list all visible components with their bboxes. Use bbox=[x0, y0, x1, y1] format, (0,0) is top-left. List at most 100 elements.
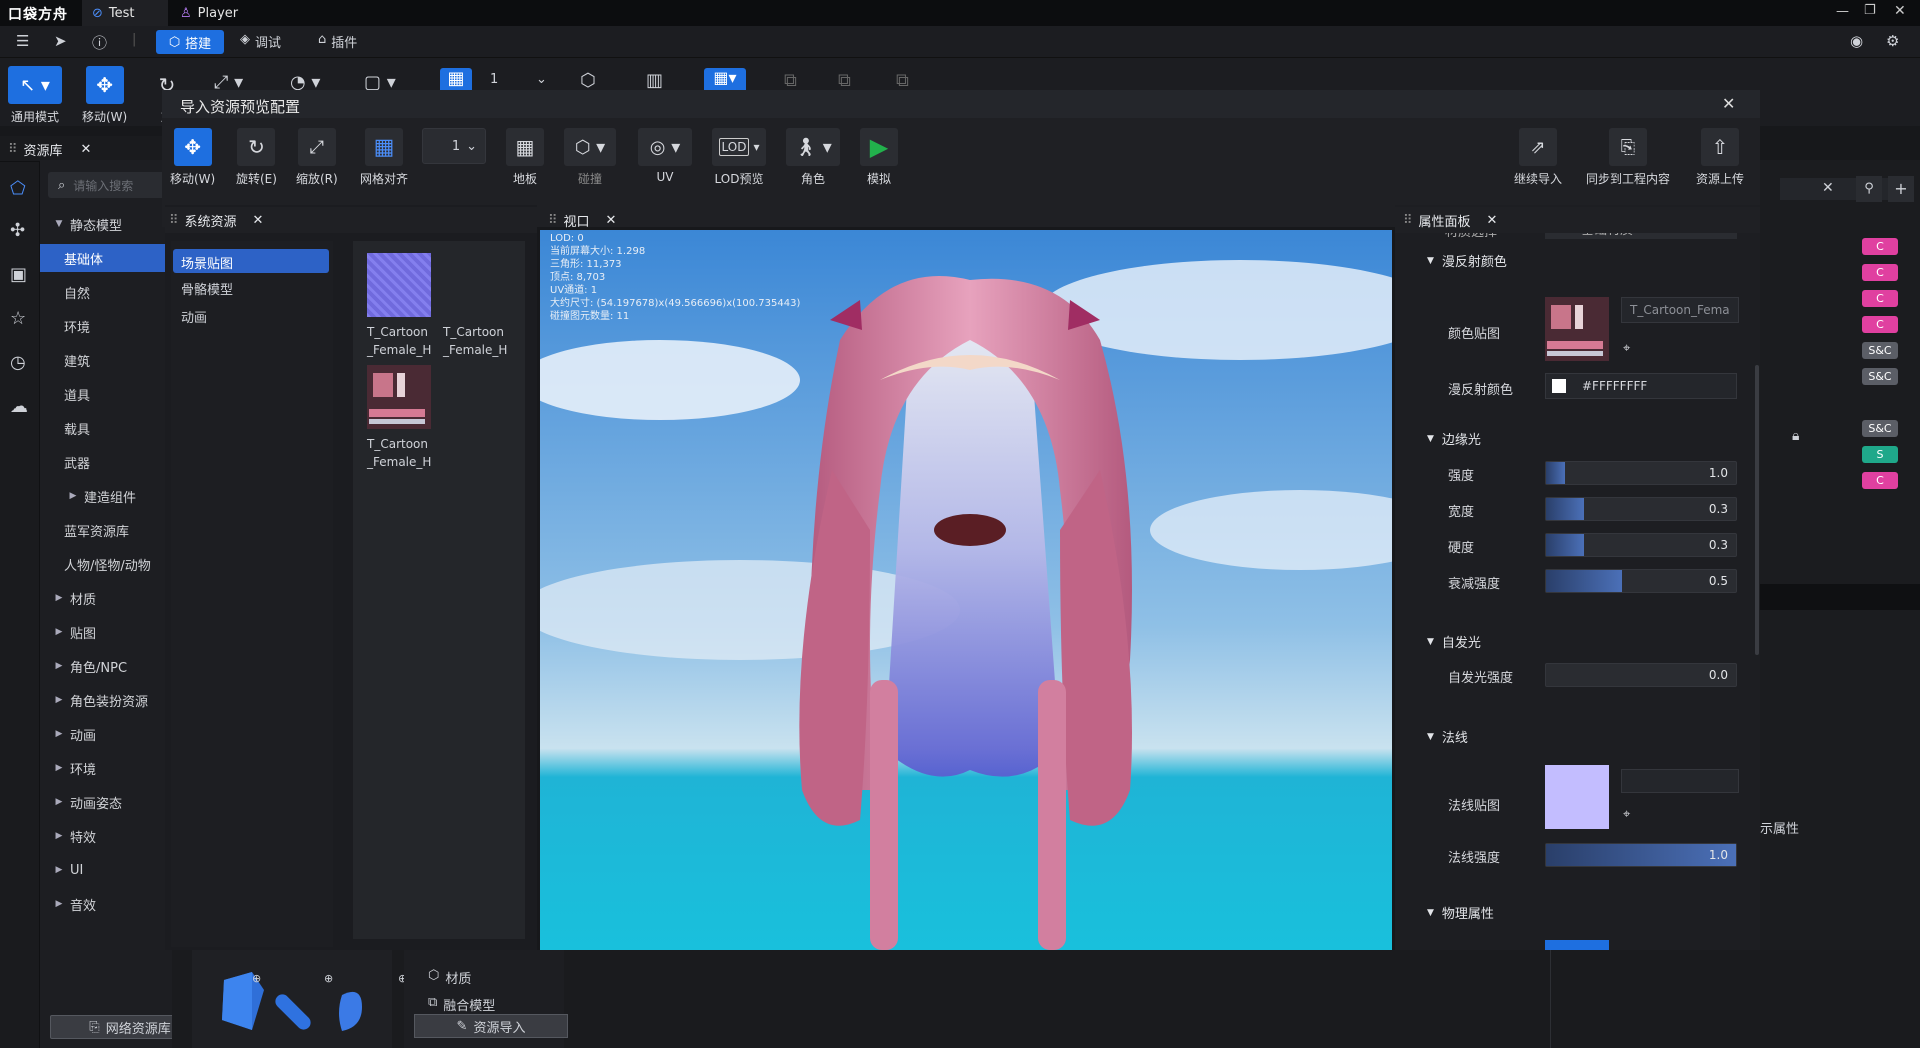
normal-strength-slider[interactable]: 1.0 bbox=[1545, 843, 1737, 867]
tree-item[interactable]: ▶ 音效 bbox=[40, 890, 172, 918]
toolbox-icon[interactable]: ▣ bbox=[10, 264, 27, 285]
rim-slider[interactable]: 0.3 bbox=[1545, 497, 1737, 521]
grid-size-select[interactable]: 1 ⌄ bbox=[422, 128, 486, 164]
tree-item[interactable]: 人物/怪物/动物 bbox=[40, 550, 172, 578]
dialog-close-icon[interactable]: ✕ bbox=[1722, 94, 1735, 113]
settings-icon[interactable]: ⚙ bbox=[1886, 32, 1899, 50]
close-window-icon[interactable]: ✕ bbox=[1894, 3, 1906, 19]
physics-thumbnail[interactable] bbox=[1545, 940, 1609, 950]
normal-texture-field[interactable] bbox=[1621, 769, 1739, 793]
outline-search[interactable] bbox=[1780, 178, 1900, 200]
search-input[interactable]: 请输入搜索 bbox=[73, 177, 133, 194]
rim-slider[interactable]: 0.5 bbox=[1545, 569, 1737, 593]
filter-icon[interactable]: ⚲ bbox=[1856, 176, 1882, 202]
dialog-tool-move[interactable]: ✥ 移动(W) bbox=[170, 128, 215, 187]
section-diffuse[interactable]: ▼ 漫反射颜色 bbox=[1427, 251, 1507, 270]
tree-item[interactable]: ▶ 材质 bbox=[40, 584, 172, 612]
close-icon[interactable]: ✕ bbox=[253, 213, 264, 228]
tool-select-mode[interactable]: ↖ ▾ 通用模式 bbox=[8, 66, 62, 125]
color-texture-thumbnail[interactable] bbox=[1545, 297, 1609, 361]
tab-player[interactable]: ♙ Player bbox=[170, 0, 248, 26]
copy-icon[interactable]: ⧉ bbox=[784, 70, 797, 91]
dialog-tool-scale[interactable]: ⤢ 缩放(R) bbox=[296, 128, 338, 187]
minimize-icon[interactable]: — bbox=[1836, 4, 1849, 19]
sync-project-button[interactable]: ⎘ 同步到工程内容 bbox=[1586, 128, 1670, 187]
continue-import-button[interactable]: ⇗ 继续导入 bbox=[1514, 128, 1562, 187]
section-emissive[interactable]: ▼ 自发光 bbox=[1427, 632, 1481, 651]
zoom-icon[interactable]: ⊕ bbox=[252, 972, 261, 985]
tree-item[interactable]: 自然 bbox=[40, 278, 172, 306]
emissive-slider[interactable]: 0.0 bbox=[1545, 663, 1737, 687]
section-physics[interactable]: ▼ 物理属性 bbox=[1427, 903, 1494, 922]
box-icon[interactable]: ⬡ bbox=[580, 70, 596, 91]
dialog-tool-lod[interactable]: LOD ▾ LOD预览 bbox=[712, 128, 766, 187]
send-icon[interactable]: ➤ bbox=[54, 32, 67, 50]
normal-texture-thumbnail[interactable] bbox=[1545, 765, 1609, 829]
restore-icon[interactable]: ❐ bbox=[1864, 3, 1876, 18]
mode-debug-button[interactable]: ◈ 调试 bbox=[240, 32, 281, 51]
nodes-icon[interactable]: ✣ bbox=[10, 220, 25, 241]
rim-slider[interactable]: 0.3 bbox=[1545, 533, 1737, 557]
dialog-tool-grid-snap[interactable]: ▦ 网格对齐 bbox=[360, 128, 408, 187]
tab-property-panel[interactable]: ⠿ 属性面板 ✕ bbox=[1395, 207, 1760, 233]
star-icon[interactable]: ☆ bbox=[10, 308, 26, 329]
dialog-tool-simulate[interactable]: ▶ 模拟 bbox=[860, 128, 898, 187]
asset-thumbnail-normal[interactable] bbox=[367, 253, 431, 317]
locate-icon[interactable]: ⌖ bbox=[1623, 807, 1630, 822]
resource-upload-button[interactable]: ⇧ 资源上传 bbox=[1696, 128, 1744, 187]
tree-item[interactable]: 武器 bbox=[40, 448, 172, 476]
lock-icon[interactable]: 🔒︎ bbox=[1760, 428, 1799, 444]
hamburger-menu-icon[interactable]: ☰ bbox=[16, 32, 29, 50]
paste-icon[interactable]: ⧉ bbox=[838, 70, 851, 91]
tree-item[interactable]: ▶ 环境 bbox=[40, 754, 172, 782]
dialog-tool-uv[interactable]: ◎ ▾ UV bbox=[638, 128, 692, 184]
tree-item[interactable]: ▼ 静态模型 bbox=[40, 210, 172, 238]
tab-asset-library[interactable]: ⠿ 资源库 ✕ bbox=[8, 136, 91, 162]
close-icon[interactable]: ✕ bbox=[1487, 213, 1498, 228]
help-icon[interactable]: ⓘ bbox=[92, 32, 107, 53]
tree-item[interactable]: ▶ 特效 bbox=[40, 822, 172, 850]
clear-icon[interactable]: ✕ bbox=[1822, 180, 1834, 196]
add-icon[interactable]: + bbox=[1888, 176, 1914, 202]
tree-item[interactable]: 道具 bbox=[40, 380, 172, 408]
tree-item[interactable]: 基础体 bbox=[40, 244, 172, 272]
tree-item[interactable]: ▶ 动画姿态 bbox=[40, 788, 172, 816]
texture-name-field[interactable]: T_Cartoon_Fema bbox=[1621, 297, 1739, 323]
dialog-tool-floor[interactable]: ▦ 地板 bbox=[506, 128, 544, 187]
locate-icon[interactable]: ⌖ bbox=[1623, 341, 1630, 356]
dialog-tool-collision[interactable]: ⬡ ▾ 碰撞 bbox=[564, 128, 616, 187]
tree-item[interactable]: ▶ 角色/NPC bbox=[40, 652, 172, 680]
section-normal[interactable]: ▼ 法线 bbox=[1427, 727, 1468, 746]
list-item-material[interactable]: ⬡ 材质 bbox=[428, 968, 471, 987]
tree-item[interactable]: ▶ 贴图 bbox=[40, 618, 172, 646]
close-icon[interactable]: ✕ bbox=[606, 213, 617, 228]
rim-slider[interactable]: 1.0 bbox=[1545, 461, 1737, 485]
history-icon[interactable]: ◷ bbox=[10, 352, 26, 373]
tree-item[interactable]: ▶ 建造组件 bbox=[40, 482, 172, 510]
viewport-3d[interactable]: LOD: 0 当前屏幕大小: 1.298 三角形: 11,373 顶点: 8,7… bbox=[540, 230, 1392, 950]
tree-item[interactable]: ▶ UI bbox=[40, 856, 172, 884]
eye-icon[interactable]: ◉ bbox=[1850, 32, 1863, 50]
tab-system-resources[interactable]: ⠿ 系统资源 ✕ bbox=[165, 207, 537, 233]
dialog-tool-rotate[interactable]: ↻ 旋转(E) bbox=[236, 128, 277, 187]
zoom-icon[interactable]: ⊕ bbox=[324, 972, 333, 985]
tree-item[interactable]: 蓝军资源库 bbox=[40, 516, 172, 544]
color-swatch[interactable] bbox=[1552, 379, 1566, 393]
tree-item[interactable]: 建筑 bbox=[40, 346, 172, 374]
close-icon[interactable]: ✕ bbox=[81, 142, 92, 157]
tree-item[interactable]: ▶ 角色装扮资源 bbox=[40, 686, 172, 714]
resource-import-button[interactable]: ✎ 资源导入 bbox=[414, 1014, 568, 1038]
upload-cloud-icon[interactable]: ☁ bbox=[10, 396, 28, 417]
category-skeleton-models[interactable]: 骨骼模型 bbox=[181, 279, 233, 298]
tab-test[interactable]: ⊘ Test bbox=[82, 0, 168, 26]
list-item-merged-model[interactable]: ⧉ 融合模型 bbox=[428, 995, 495, 1014]
grid-value[interactable]: 1 bbox=[490, 72, 498, 87]
diffuse-color-field[interactable]: #FFFFFFFF bbox=[1545, 373, 1737, 399]
category-animation[interactable]: 动画 bbox=[181, 307, 207, 326]
dialog-tool-character[interactable]: 🚶︎ ▾ 角色 bbox=[786, 128, 840, 187]
scrollbar[interactable] bbox=[1755, 365, 1759, 655]
mode-build-button[interactable]: ⬡ 搭建 bbox=[156, 30, 224, 54]
search-box[interactable]: ⌕ 请输入搜索 bbox=[48, 172, 172, 198]
tool-move[interactable]: ✥ 移动(W) bbox=[82, 66, 127, 125]
section-rim-light[interactable]: ▼ 边缘光 bbox=[1427, 429, 1481, 448]
